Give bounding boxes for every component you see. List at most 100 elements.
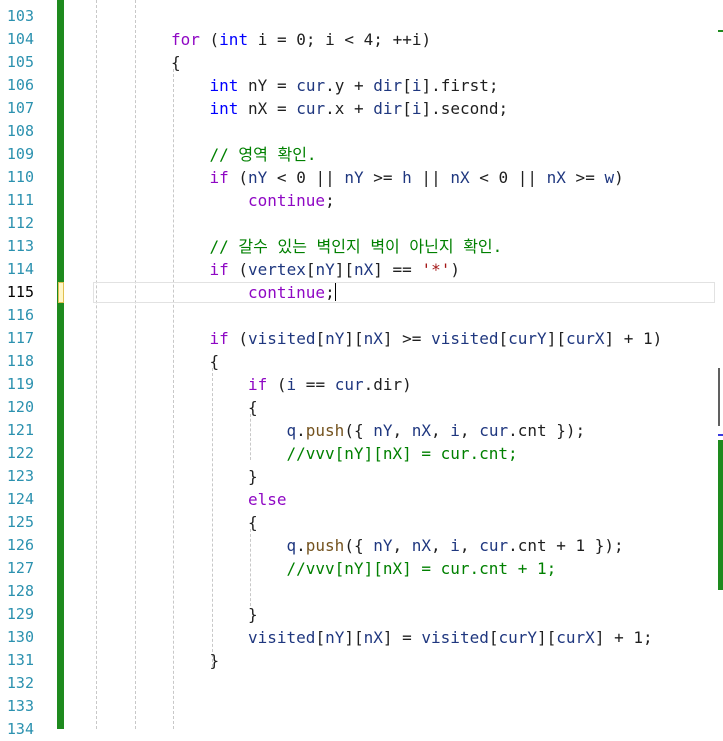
code-token: >=: [565, 168, 605, 187]
line-number[interactable]: 103: [0, 5, 34, 28]
code-token: q: [286, 421, 297, 440]
code-line[interactable]: if (vertex[nY][nX] == '*'): [210, 258, 460, 281]
code-token: nX: [450, 168, 470, 187]
code-line[interactable]: else: [248, 488, 287, 511]
line-number[interactable]: 108: [0, 120, 34, 143]
line-number[interactable]: 127: [0, 557, 34, 580]
code-token: ] =: [382, 628, 422, 647]
code-token: continue: [248, 191, 326, 210]
line-number[interactable]: 126: [0, 534, 34, 557]
code-token: h: [402, 168, 412, 187]
code-token: [: [315, 329, 326, 348]
line-number[interactable]: 111: [0, 189, 34, 212]
code-token: nY: [373, 536, 393, 555]
line-number-gutter[interactable]: 103 104 105 106 107 108 109 110 111 112 113 114 115 1…: [0, 0, 54, 738]
line-number[interactable]: 133: [0, 695, 34, 718]
code-token: (: [228, 329, 249, 348]
code-line[interactable]: if (visited[nY][nX] >= visited[curY][cur…: [210, 327, 663, 350]
code-token: if: [248, 375, 268, 394]
code-token: nX: [363, 329, 383, 348]
code-token: (: [267, 375, 287, 394]
code-text-area[interactable]: for (int i = 0; i < 4; ++i){int nY = cur…: [68, 0, 723, 729]
code-token: push: [305, 536, 345, 555]
code-line[interactable]: {: [171, 51, 181, 74]
code-line[interactable]: if (nY < 0 || nY >= h || nX < 0 || nX >=…: [210, 166, 624, 189]
scrollbar-annotations[interactable]: [717, 0, 723, 729]
code-line[interactable]: // 영역 확인.: [210, 143, 317, 166]
line-number[interactable]: 129: [0, 603, 34, 626]
code-line[interactable]: //vvv[nY][nX] = cur.cnt;: [287, 442, 518, 465]
code-token: vertex: [248, 260, 306, 279]
line-number[interactable]: 109: [0, 143, 34, 166]
line-number[interactable]: 107: [0, 97, 34, 120]
code-token: for: [171, 30, 200, 49]
code-line[interactable]: q.push({ nY, nX, i, cur.cnt + 1 });: [287, 534, 624, 557]
code-token: visited: [431, 329, 499, 348]
line-number[interactable]: 123: [0, 465, 34, 488]
code-token: ] ==: [373, 260, 422, 279]
line-number[interactable]: 110: [0, 166, 34, 189]
code-line[interactable]: q.push({ nY, nX, i, cur.cnt });: [287, 419, 586, 442]
code-token: if: [209, 329, 229, 348]
code-line[interactable]: {: [248, 396, 258, 419]
code-token: >=: [363, 168, 403, 187]
code-token: dir: [373, 99, 403, 118]
code-token: push: [305, 421, 345, 440]
code-token: cur: [296, 99, 326, 118]
code-token: nY: [315, 260, 335, 279]
code-token: }: [209, 651, 220, 670]
scroll-caret-mark: [718, 434, 723, 436]
line-number[interactable]: 132: [0, 672, 34, 695]
scroll-thumb-mark: [718, 368, 723, 426]
line-number[interactable]: 128: [0, 580, 34, 603]
line-number[interactable]: 106: [0, 74, 34, 97]
code-token: // 갈수 있는 벽인지 벽이 아닌지 확인.: [209, 237, 503, 256]
code-token: ] + 1): [604, 329, 663, 348]
line-number[interactable]: 117: [0, 327, 34, 350]
code-line[interactable]: int nX = cur.x + dir[i].second;: [210, 97, 509, 120]
code-editor[interactable]: 103 104 105 106 107 108 109 110 111 112 113 114 115 1…: [0, 0, 723, 738]
line-number[interactable]: 122: [0, 442, 34, 465]
code-token: .y +: [325, 76, 374, 95]
code-token: [: [402, 76, 412, 95]
line-number[interactable]: 134: [0, 718, 34, 741]
code-line[interactable]: }: [210, 649, 220, 672]
code-token: ({: [344, 421, 374, 440]
code-token: }: [248, 467, 258, 486]
line-number[interactable]: 113: [0, 235, 34, 258]
code-token: (: [199, 30, 220, 49]
code-line[interactable]: if (i == cur.dir): [248, 373, 412, 396]
code-token: ][: [344, 628, 364, 647]
code-line[interactable]: int nY = cur.y + dir[i].first;: [210, 74, 499, 97]
code-token: cur: [479, 536, 509, 555]
line-number[interactable]: 112: [0, 212, 34, 235]
code-line[interactable]: //vvv[nY][nX] = cur.cnt + 1;: [287, 557, 557, 580]
code-token: {: [248, 513, 258, 532]
line-number[interactable]: 121: [0, 419, 34, 442]
code-line[interactable]: }: [248, 465, 258, 488]
line-number[interactable]: 125: [0, 511, 34, 534]
line-number[interactable]: 118: [0, 350, 34, 373]
line-number[interactable]: 131: [0, 649, 34, 672]
line-number[interactable]: 115: [0, 281, 34, 304]
code-line[interactable]: // 갈수 있는 벽인지 벽이 아닌지 확인.: [210, 235, 503, 258]
code-line[interactable]: {: [248, 511, 258, 534]
line-number[interactable]: 130: [0, 626, 34, 649]
code-token: cur: [296, 76, 326, 95]
code-token: < 0 ||: [469, 168, 547, 187]
code-line[interactable]: }: [248, 603, 258, 626]
line-number[interactable]: 105: [0, 51, 34, 74]
code-token: .cnt + 1 });: [508, 536, 624, 555]
line-number[interactable]: 116: [0, 304, 34, 327]
line-number[interactable]: 120: [0, 396, 34, 419]
code-line[interactable]: for (int i = 0; i < 4; ++i): [171, 28, 431, 51]
line-number[interactable]: 119: [0, 373, 34, 396]
code-line[interactable]: {: [210, 350, 220, 373]
line-number[interactable]: 104: [0, 28, 34, 51]
code-line[interactable]: continue;: [248, 189, 335, 212]
line-number[interactable]: 114: [0, 258, 34, 281]
code-token: ,: [392, 421, 412, 440]
line-number[interactable]: 124: [0, 488, 34, 511]
code-token: < 0 ||: [267, 168, 345, 187]
code-line[interactable]: visited[nY][nX] = visited[curY][curX] + …: [248, 626, 653, 649]
